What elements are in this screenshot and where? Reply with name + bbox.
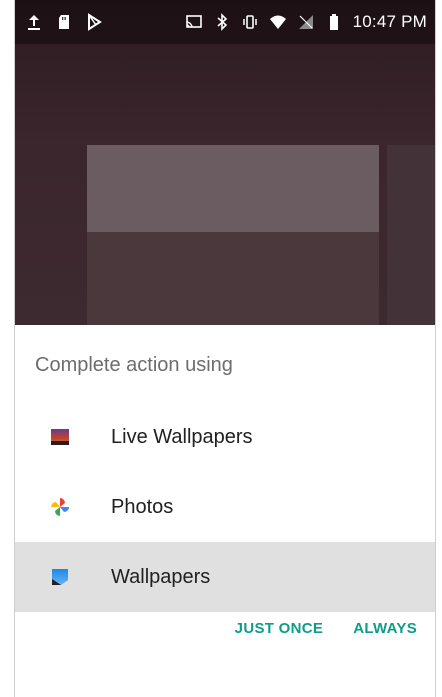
wifi-icon bbox=[269, 15, 286, 29]
dialog-actions: JUST ONCE ALWAYS bbox=[235, 620, 417, 637]
dialog-title: Complete action using bbox=[35, 354, 233, 376]
status-bar: 10:47 PM bbox=[15, 0, 435, 44]
always-button[interactable]: ALWAYS bbox=[353, 620, 417, 637]
option-wallpapers[interactable]: Wallpapers bbox=[15, 542, 435, 612]
wallpaper-preview-card-next[interactable] bbox=[387, 145, 435, 325]
option-live-wallpapers[interactable]: Live Wallpapers bbox=[15, 402, 435, 472]
no-sim-icon bbox=[298, 15, 313, 29]
upload-icon bbox=[28, 15, 40, 30]
live-wallpapers-icon bbox=[51, 429, 69, 445]
just-once-button[interactable]: JUST ONCE bbox=[235, 620, 324, 637]
status-bar-system: 10:47 PM bbox=[185, 0, 427, 44]
option-label: Photos bbox=[111, 495, 174, 518]
battery-icon bbox=[329, 14, 338, 30]
status-bar-time: 10:47 PM bbox=[352, 12, 427, 31]
option-label: Live Wallpapers bbox=[111, 425, 253, 448]
option-label: Wallpapers bbox=[111, 565, 211, 588]
cast-icon bbox=[185, 15, 202, 28]
phone-screen: 10:47 PM Complete action using Live Wall… bbox=[14, 0, 436, 697]
wallpaper-preview-card-header bbox=[87, 145, 379, 232]
sd-card-icon bbox=[59, 15, 69, 29]
status-bar-notifications bbox=[15, 13, 103, 31]
wallpapers-icon bbox=[52, 569, 68, 585]
play-store-icon bbox=[88, 13, 102, 31]
vibrate-icon bbox=[242, 15, 257, 29]
bluetooth-icon bbox=[217, 13, 227, 31]
option-photos[interactable]: Photos bbox=[15, 472, 435, 542]
photos-icon bbox=[51, 498, 69, 516]
